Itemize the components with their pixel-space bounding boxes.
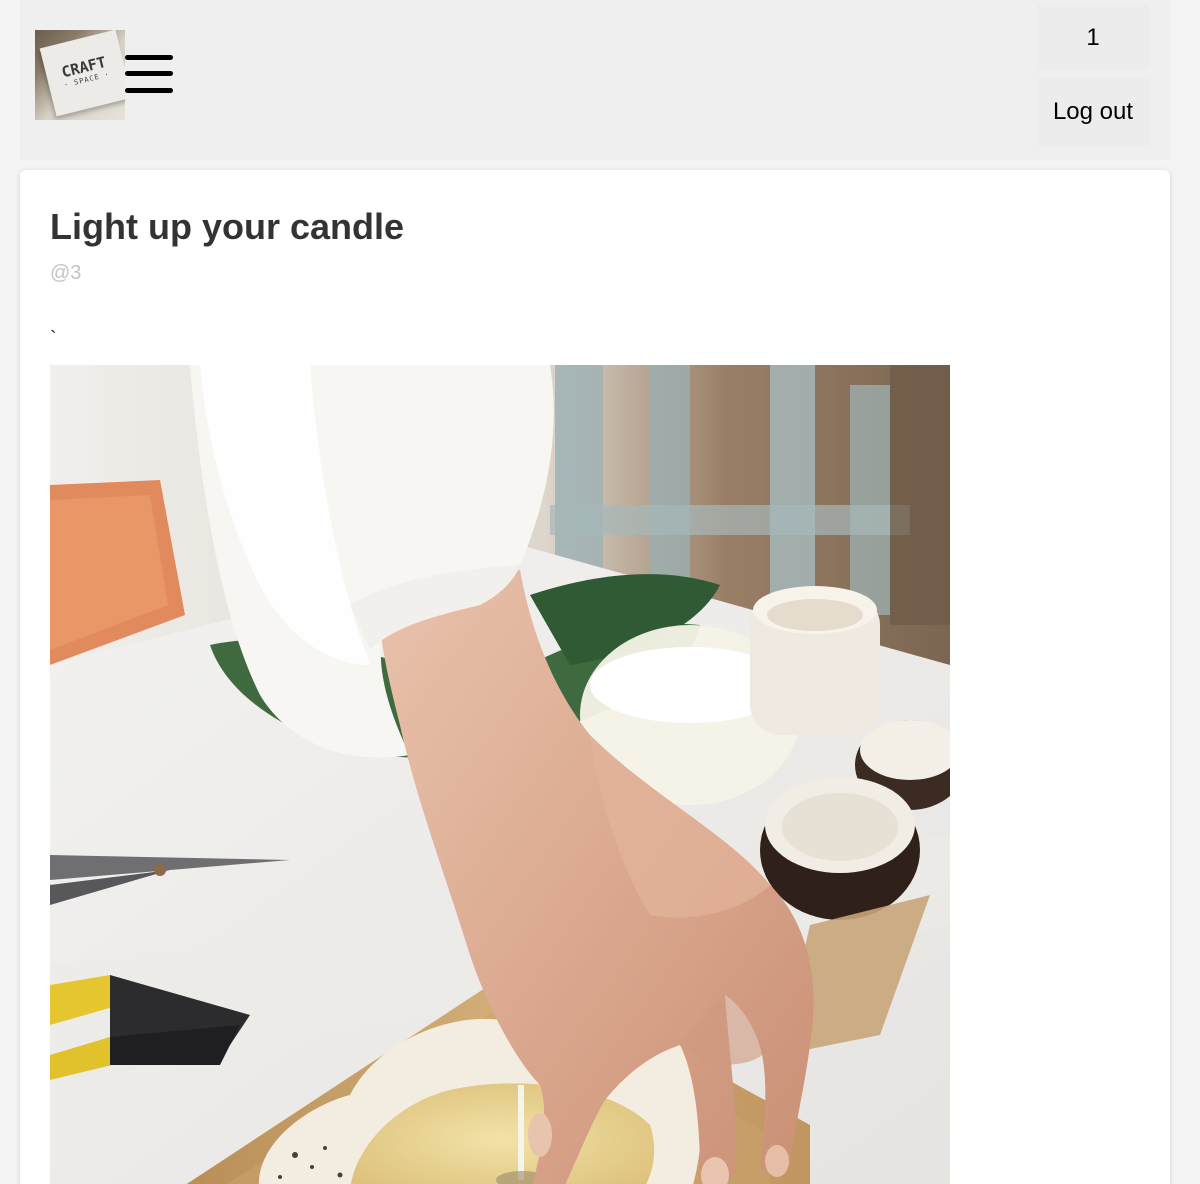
logout-button[interactable]: Log out [1037, 78, 1149, 146]
hamburger-bar [125, 71, 173, 76]
post-image [50, 365, 950, 1184]
post-card: Light up your candle @3 ` [20, 170, 1170, 1184]
post-body: ` [50, 328, 57, 350]
hamburger-menu-icon[interactable] [125, 53, 173, 95]
page: CRAFT · SPACE · 1 Log out Light up your … [0, 0, 1200, 1184]
hamburger-bar [125, 88, 173, 93]
post-author[interactable]: @3 [50, 262, 81, 285]
candle-photo-illustration [50, 365, 950, 1184]
post-title: Light up your candle [50, 206, 405, 247]
top-header: CRAFT · SPACE · 1 Log out [20, 0, 1170, 160]
hamburger-bar [125, 55, 173, 60]
user-badge[interactable]: 1 [1037, 5, 1149, 70]
craft-space-logo[interactable]: CRAFT · SPACE · [35, 30, 125, 120]
